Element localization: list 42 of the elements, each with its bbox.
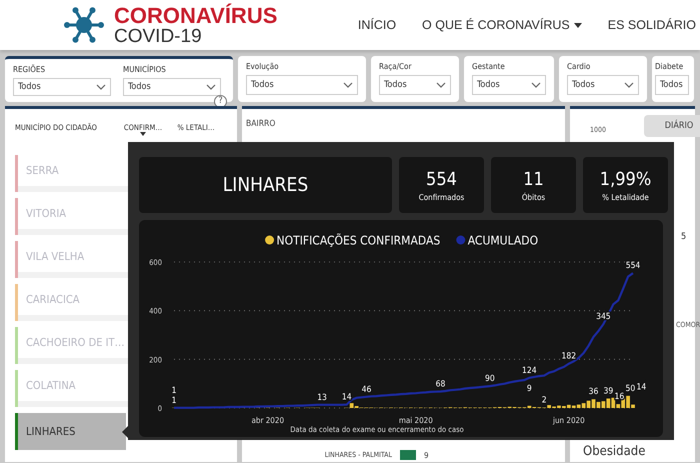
- category-label: Obesidade: [583, 444, 646, 459]
- filter-label: REGIÕES: [13, 65, 46, 74]
- data-label: 39: [603, 386, 614, 396]
- data-label: 124: [522, 366, 537, 376]
- data-label: 5: [681, 232, 686, 242]
- data-label: 14: [342, 392, 352, 403]
- stat-value: 11: [523, 168, 544, 190]
- legend-item: NOTIFICAÇÕES CONFIRMADAS: [265, 234, 440, 248]
- filter-label: Gestante: [472, 62, 506, 71]
- data-label: 182: [562, 352, 576, 362]
- data-label: 554: [626, 261, 640, 272]
- filter-label: Cardio: [567, 62, 592, 71]
- site-title: CORONAVÍRUS: [114, 4, 278, 26]
- data-label: 2: [542, 396, 547, 406]
- filter-label: MUNICÍPIOS: [123, 65, 167, 74]
- axis-tick: mai 2020: [398, 416, 433, 425]
- filter-label: Diabete: [655, 62, 684, 71]
- stat-label: Confirmados: [418, 192, 464, 202]
- filter-label: Evolução: [246, 62, 280, 71]
- stat-label: Óbitos: [522, 192, 546, 202]
- stat-value: 1,99%: [600, 168, 652, 190]
- site-subtitle: COVID-19: [114, 26, 203, 46]
- legend-item: ACUMULADO: [456, 234, 538, 248]
- data-label: 1: [172, 386, 176, 396]
- data-label: 36: [588, 387, 598, 398]
- city-name: LINHARES: [139, 157, 392, 213]
- data-label: 9: [526, 384, 532, 394]
- data-label: 16: [614, 392, 624, 402]
- data-label: 13: [317, 392, 327, 403]
- data-label: 46: [362, 384, 372, 395]
- axis-tick: jun 2020: [552, 416, 585, 425]
- data-label: 50: [625, 384, 636, 394]
- data-label: 68: [436, 379, 446, 390]
- stat-label: % Letalidade: [602, 192, 649, 202]
- data-label: 90: [485, 374, 495, 384]
- axis-tick: abr 2020: [252, 416, 284, 425]
- stat-value: 554: [426, 168, 457, 190]
- data-label: 14: [636, 382, 646, 393]
- filter-label: Raça/Cor: [379, 62, 412, 71]
- panel-title: BAIRRO: [246, 119, 276, 129]
- bar-value: 9: [424, 450, 429, 460]
- data-label: 1: [172, 396, 176, 406]
